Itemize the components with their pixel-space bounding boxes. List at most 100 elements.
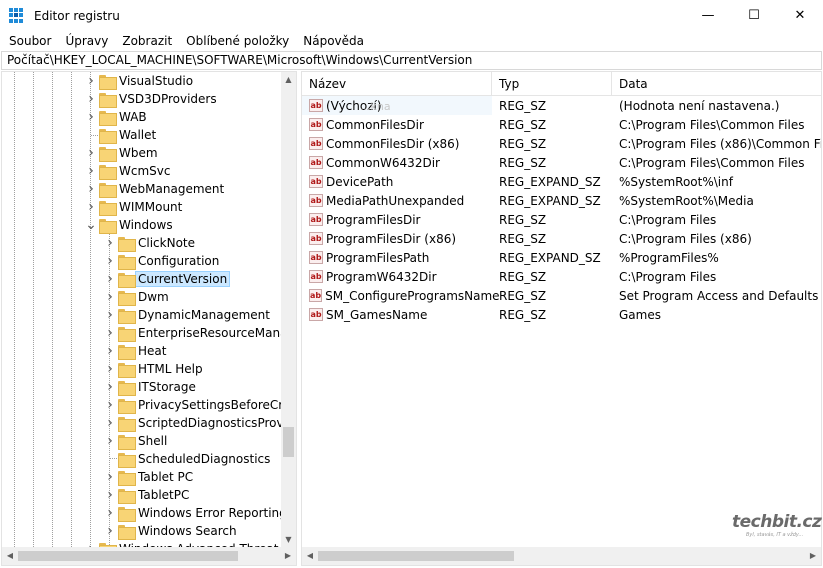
menu-edit[interactable]: Úpravy [58, 34, 115, 48]
tree-item[interactable]: › Wbem [83, 144, 158, 162]
chevron-right-icon[interactable]: › [102, 487, 118, 503]
chevron-right-icon[interactable]: › [102, 469, 118, 485]
chevron-right-icon[interactable]: › [83, 163, 99, 179]
value-row[interactable]: ab ProgramFilesDir REG_SZ C:\Program Files [302, 210, 821, 229]
chevron-right-icon[interactable]: › [102, 397, 118, 413]
tree-item[interactable]: › Shell [102, 432, 167, 450]
chevron-right-icon[interactable]: › [102, 379, 118, 395]
tree-item-label: Windows Error Reporting [138, 506, 287, 520]
minimize-button[interactable]: — [685, 0, 731, 31]
tree-item[interactable]: › Heat [102, 342, 166, 360]
list-horizontal-scroll-thumb[interactable] [318, 551, 514, 561]
tree-item[interactable]: › Dwm [102, 288, 169, 306]
value-row[interactable]: ab DevicePath REG_EXPAND_SZ %SystemRoot%\in… [302, 172, 821, 191]
tree-item[interactable]: ScheduledDiagnostics [102, 450, 270, 468]
tree-item[interactable]: › EnterpriseResourceManag [102, 324, 295, 342]
tree-item[interactable]: › DynamicManagement [102, 306, 270, 324]
scroll-right-icon[interactable]: ▶ [805, 547, 821, 565]
chevron-right-icon[interactable]: › [102, 253, 118, 269]
tree-item-label: VSD3DProviders [119, 92, 217, 106]
value-row[interactable]: ab SM_GamesName REG_SZ Games [302, 305, 821, 324]
tree-item[interactable]: › WebManagement [83, 180, 224, 198]
tree-item[interactable]: › TabletPC [102, 486, 189, 504]
tree-item-label: Windows [119, 218, 173, 232]
menu-favorites[interactable]: Oblíbené položky [179, 34, 296, 48]
value-row[interactable]: ab ProgramW6432Dir REG_SZ C:\Program Files [302, 267, 821, 286]
tree-item[interactable]: › Windows Error Reporting [102, 504, 287, 522]
tree-item[interactable]: › WAB [83, 108, 147, 126]
value-row[interactable]: ab CommonW6432Dir REG_SZ C:\Program Files\C… [302, 153, 821, 172]
chevron-right-icon[interactable]: › [83, 199, 99, 215]
chevron-right-icon[interactable]: › [102, 361, 118, 377]
column-name[interactable]: Název [302, 72, 492, 96]
address-bar[interactable]: Počítač\HKEY_LOCAL_MACHINE\SOFTWARE\Micr… [1, 51, 822, 70]
window-controls: — ☐ ✕ [685, 0, 823, 31]
menu-file[interactable]: Soubor [2, 34, 58, 48]
tree-horizontal-scroll-thumb[interactable] [18, 551, 238, 561]
chevron-right-icon[interactable]: › [102, 433, 118, 449]
key-tree-pane[interactable]: › VisualStudio › VSD3DProviders › WAB Wallet › W… [1, 71, 297, 566]
window-title: Editor registru [34, 8, 120, 23]
chevron-right-icon[interactable]: › [102, 235, 118, 251]
tree-item[interactable]: › ClickNote [102, 234, 195, 252]
tree-item[interactable]: › PrivacySettingsBeforeCrea [102, 396, 296, 414]
close-button[interactable]: ✕ [777, 0, 823, 31]
chevron-right-icon[interactable]: › [83, 109, 99, 125]
value-row[interactable]: ab ProgramFilesDir (x86) REG_SZ C:\Program … [302, 229, 821, 248]
value-name: SM_GamesName [326, 307, 428, 322]
chevron-right-icon[interactable]: › [102, 289, 118, 305]
tree-item[interactable]: › ITStorage [102, 378, 196, 396]
techbit-watermark: techbit.cz Byl, stavás, IT a vždy... [732, 512, 822, 542]
tree-item[interactable]: › HTML Help [102, 360, 203, 378]
scroll-left-icon[interactable]: ◀ [302, 547, 318, 565]
chevron-right-icon[interactable]: › [102, 523, 118, 539]
chevron-down-icon[interactable]: ⌄ [83, 217, 99, 233]
tree-item[interactable]: › WcmSvc [83, 162, 170, 180]
chevron-right-icon[interactable]: › [83, 91, 99, 107]
tree-horizontal-scrollbar[interactable]: ◀ ▶ [2, 547, 296, 565]
chevron-right-icon[interactable]: › [102, 271, 118, 287]
tree-item-label: DynamicManagement [138, 308, 270, 322]
value-row[interactable]: ab ProgramFilesPath REG_EXPAND_SZ %ProgramF… [302, 248, 821, 267]
chevron-right-icon[interactable]: › [102, 415, 118, 431]
tree-item-label: ITStorage [138, 380, 196, 394]
values-list-pane[interactable]: Název Typ Data ab (Výchozí) ...kna REG_SZ (H… [301, 71, 822, 566]
tree-item[interactable]: › Configuration [102, 252, 219, 270]
chevron-right-icon[interactable]: › [102, 505, 118, 521]
scroll-up-icon[interactable]: ▲ [281, 72, 296, 87]
tree-item[interactable]: ⌄ Windows [83, 216, 173, 234]
chevron-right-icon[interactable]: › [102, 325, 118, 341]
scroll-right-icon[interactable]: ▶ [280, 547, 296, 565]
scroll-down-icon[interactable]: ▼ [281, 532, 296, 547]
chevron-right-icon[interactable]: › [83, 73, 99, 89]
scroll-left-icon[interactable]: ◀ [2, 547, 18, 565]
tree-item[interactable]: › Tablet PC [102, 468, 193, 486]
tree-item[interactable]: › VisualStudio [83, 72, 193, 90]
maximize-button[interactable]: ☐ [731, 0, 777, 31]
value-name: MediaPathUnexpanded [326, 193, 465, 208]
tree-item[interactable]: › CurrentVersion [102, 270, 231, 288]
tree-item[interactable]: › VSD3DProviders [83, 90, 217, 108]
value-row[interactable]: ab CommonFilesDir REG_SZ C:\Program Files\C… [302, 115, 821, 134]
chevron-right-icon[interactable]: › [83, 145, 99, 161]
tree-item[interactable]: › Windows Search [102, 522, 237, 540]
value-row[interactable]: ab (Výchozí) ...kna REG_SZ (Hodnota není nas… [302, 96, 821, 115]
tree-item[interactable]: › WIMMount [83, 198, 182, 216]
tree-vertical-scroll-thumb[interactable] [283, 427, 294, 457]
value-row[interactable]: ab SM_ConfigureProgramsName REG_SZ Set Prog… [302, 286, 821, 305]
value-row[interactable]: ab CommonFilesDir (x86) REG_SZ C:\Program F… [302, 134, 821, 153]
value-row[interactable]: ab MediaPathUnexpanded REG_EXPAND_SZ %Syste… [302, 191, 821, 210]
list-horizontal-scrollbar[interactable]: ◀ ▶ [302, 547, 821, 565]
value-name-cell: ab ProgramFilesDir (x86) [302, 232, 492, 246]
chevron-right-icon[interactable]: › [83, 181, 99, 197]
column-type[interactable]: Typ [492, 72, 612, 96]
tree-item[interactable]: › ScriptedDiagnosticsProvid [102, 414, 295, 432]
tree-vertical-scrollbar[interactable]: ▲ ▼ [281, 72, 296, 547]
chevron-right-icon[interactable]: › [102, 307, 118, 323]
chevron-right-icon[interactable]: › [102, 343, 118, 359]
value-data: (Hodnota není nastavena.) [619, 98, 780, 113]
column-data[interactable]: Data [612, 72, 821, 96]
menu-view[interactable]: Zobrazit [115, 34, 179, 48]
tree-item[interactable]: Wallet [83, 126, 156, 144]
menu-help[interactable]: Nápověda [296, 34, 371, 48]
